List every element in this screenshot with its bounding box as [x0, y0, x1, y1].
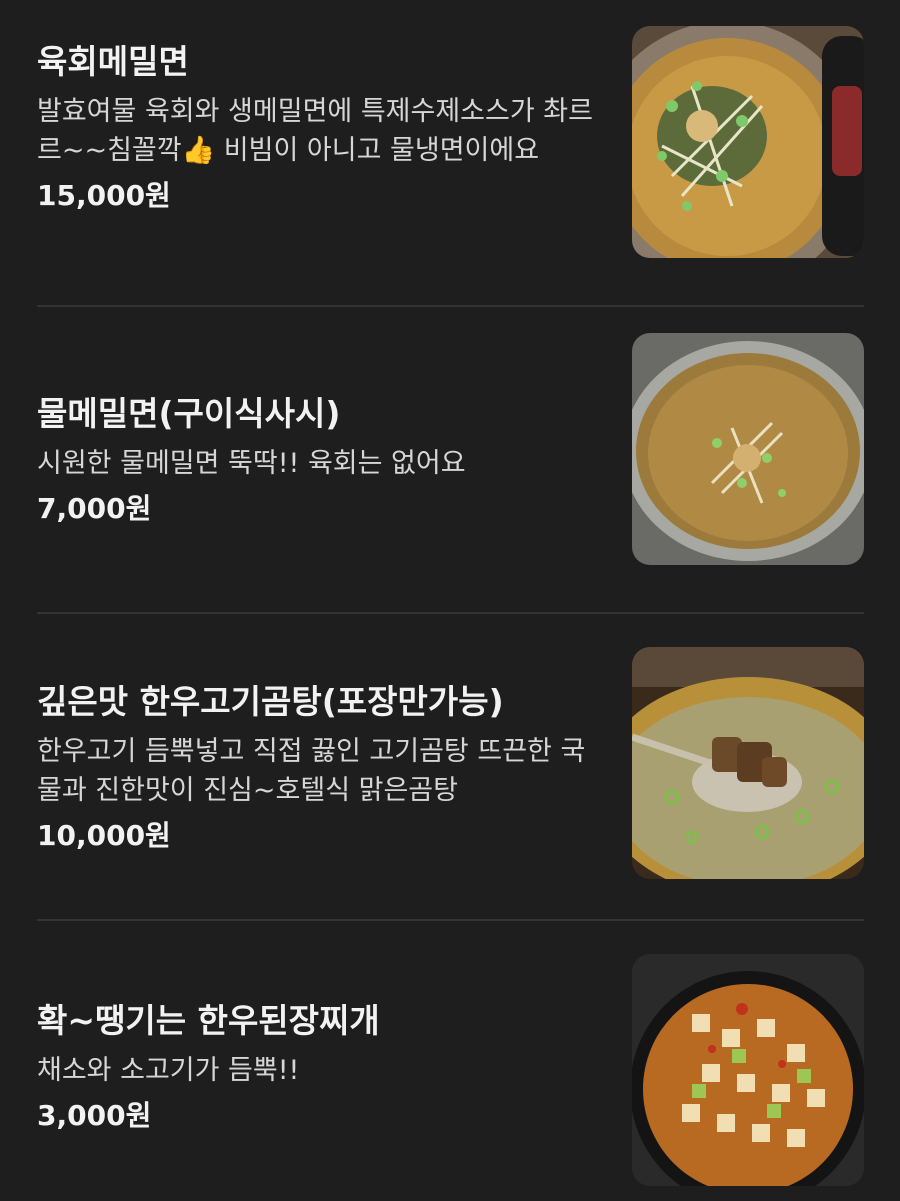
- menu-item-price: 15,000원: [37, 179, 171, 212]
- menu-item-price: 3,000원: [37, 1099, 152, 1132]
- buckwheat-noodle-with-yukhoe-photo[interactable]: [632, 26, 864, 258]
- menu-item[interactable]: 확~땡기는 한우된장찌개 채소와 소고기가 듬뿍!! 3,000원: [0, 921, 900, 1201]
- bone-soup-photo-graphic: [632, 647, 864, 879]
- menu-item-price: 7,000원: [37, 492, 152, 525]
- cold-noodle-photo-graphic: [632, 333, 864, 565]
- menu-item-description: 한우고기 듬뿍넣고 직접 끓인 고기곰탕 뜨끈한 국물과 진한맛이 진심~호텔식…: [37, 735, 586, 806]
- stew-photo-graphic: [632, 954, 864, 1186]
- menu-item-name: 확~땡기는 한우된장찌개: [37, 1001, 380, 1040]
- menu-item-text: 확~땡기는 한우된장찌개 채소와 소고기가 듬뿍!! 3,000원: [37, 921, 607, 1201]
- menu-item[interactable]: 깊은맛 한우고기곰탕(포장만가능) 한우고기 듬뿍넣고 직접 끓인 고기곰탕 뜨…: [0, 614, 900, 921]
- menu-item-name: 물메밀면(구이식사시): [37, 394, 341, 433]
- menu-list: 육회메밀면 발효여물 육회와 생메밀면에 특제수제소스가 촤르르~~침꼴깍👍 비…: [0, 0, 900, 1201]
- menu-item-description: 시원한 물메밀면 뚝딱!! 육회는 없어요: [37, 448, 466, 479]
- beef-bone-soup-photo[interactable]: [632, 647, 864, 879]
- menu-item-name: 깊은맛 한우고기곰탕(포장만가능): [37, 681, 504, 721]
- menu-item-text: 육회메밀면 발효여물 육회와 생메밀면에 특제수제소스가 촤르르~~침꼴깍👍 비…: [37, 0, 607, 307]
- menu-item-description: 채소와 소고기가 듬뿍!!: [37, 1055, 300, 1086]
- menu-item-name: 육회메밀면: [37, 42, 189, 81]
- cold-buckwheat-noodle-photo[interactable]: [632, 333, 864, 565]
- buckwheat-noodle-photo-graphic: [632, 26, 864, 258]
- menu-item-text: 깊은맛 한우고기곰탕(포장만가능) 한우고기 듬뿍넣고 직접 끓인 고기곰탕 뜨…: [37, 614, 607, 921]
- menu-item[interactable]: 물메밀면(구이식사시) 시원한 물메밀면 뚝딱!! 육회는 없어요 7,000원: [0, 307, 900, 614]
- menu-item[interactable]: 육회메밀면 발효여물 육회와 생메밀면에 특제수제소스가 촤르르~~침꼴깍👍 비…: [0, 0, 900, 307]
- menu-item-text: 물메밀면(구이식사시) 시원한 물메밀면 뚝딱!! 육회는 없어요 7,000원: [37, 307, 607, 614]
- menu-item-price: 10,000원: [37, 818, 171, 852]
- soybean-paste-stew-photo[interactable]: [632, 954, 864, 1186]
- menu-item-description: 발효여물 육회와 생메밀면에 특제수제소스가 촤르르~~침꼴깍👍 비빔이 아니고…: [37, 96, 593, 166]
